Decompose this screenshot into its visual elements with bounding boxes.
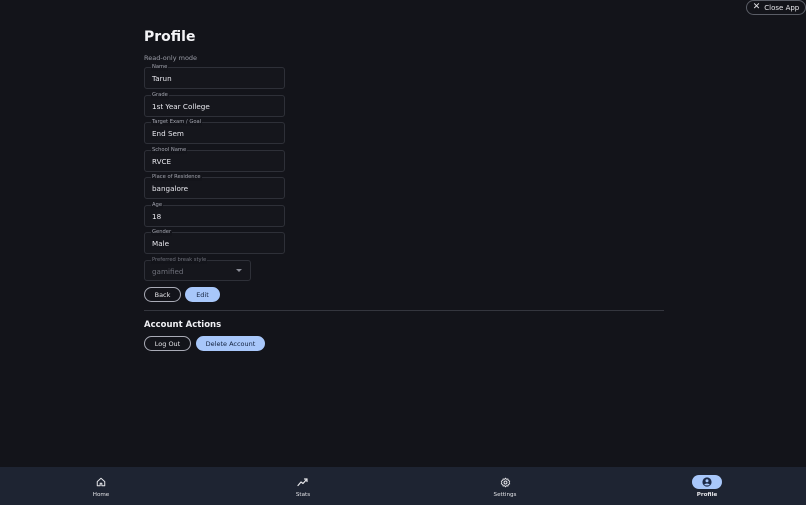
- gender-field-label: Gender: [151, 228, 173, 236]
- nav-item-stats[interactable]: Stats: [273, 467, 333, 505]
- name-field-label: Name: [151, 63, 169, 71]
- residence-field-value: bangalore: [152, 184, 189, 193]
- nav-item-home[interactable]: Home: [71, 467, 131, 505]
- school-name-field-label: School Name: [151, 146, 188, 154]
- grade-field-value: 1st Year College: [152, 102, 210, 111]
- stats-icon: [297, 478, 308, 487]
- nav-label-home: Home: [92, 492, 110, 498]
- gender-field-value: Male: [152, 239, 170, 248]
- page-title: Profile: [144, 29, 196, 45]
- nav-item-profile[interactable]: Profile: [677, 467, 737, 505]
- close-icon: ✕: [752, 2, 761, 12]
- nav-label-stats: Stats: [295, 492, 311, 498]
- edit-button[interactable]: Edit: [185, 287, 220, 302]
- break-style-select[interactable]: Preferred break style gamified: [144, 256, 251, 281]
- age-field[interactable]: Age 18: [144, 201, 285, 227]
- residence-field-label: Place of Residence: [151, 173, 202, 181]
- name-field[interactable]: Name Tarun: [144, 63, 285, 89]
- delete-account-button[interactable]: Delete Account: [196, 336, 265, 351]
- chevron-down-icon: [236, 269, 242, 272]
- gender-field[interactable]: Gender Male: [144, 228, 285, 254]
- residence-field[interactable]: Place of Residence bangalore: [144, 173, 285, 199]
- bottom-nav: Home Stats Settings Profile: [0, 467, 806, 505]
- nav-label-profile: Profile: [696, 492, 718, 498]
- target-exam-field-value: End Sem: [152, 129, 184, 138]
- age-field-value: 18: [152, 212, 162, 221]
- target-exam-field[interactable]: Target Exam / Goal End Sem: [144, 118, 285, 144]
- school-name-field[interactable]: School Name RVCE: [144, 146, 285, 172]
- close-app-button[interactable]: ✕ Close App: [746, 0, 806, 15]
- log-out-button[interactable]: Log Out: [144, 336, 191, 351]
- close-app-label: Close App: [764, 3, 800, 12]
- age-field-label: Age: [151, 201, 164, 209]
- nav-label-settings: Settings: [493, 492, 517, 498]
- back-button[interactable]: Back: [144, 287, 181, 302]
- school-name-field-value: RVCE: [152, 157, 172, 166]
- section-divider: [144, 310, 664, 311]
- break-style-value: gamified: [152, 267, 184, 276]
- target-exam-field-label: Target Exam / Goal: [151, 118, 203, 126]
- mode-label: Read-only mode: [144, 54, 198, 62]
- home-icon: [96, 477, 106, 487]
- break-style-label: Preferred break style: [151, 256, 208, 264]
- grade-field-label: Grade: [151, 91, 169, 99]
- grade-field[interactable]: Grade 1st Year College: [144, 91, 285, 117]
- profile-icon: [702, 477, 712, 487]
- name-field-value: Tarun: [152, 74, 172, 83]
- nav-item-settings[interactable]: Settings: [475, 467, 535, 505]
- gear-icon: [500, 477, 510, 487]
- account-actions-title: Account Actions: [144, 320, 222, 330]
